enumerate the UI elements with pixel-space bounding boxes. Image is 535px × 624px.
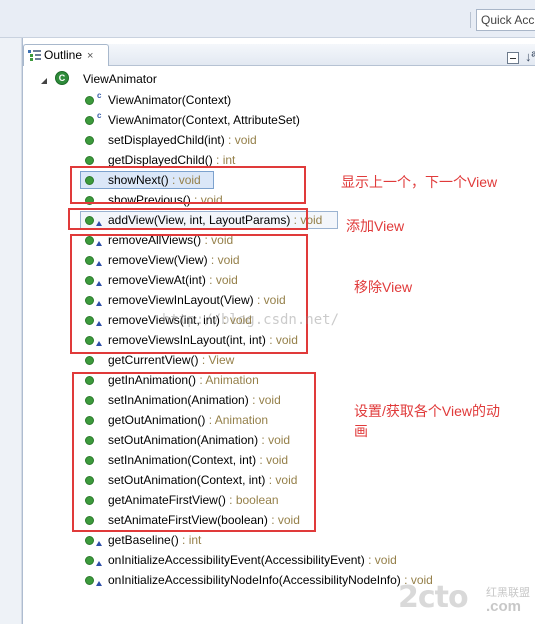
outline-icon: [28, 50, 41, 61]
outline-tab-bar: Outline × ↓ª: [23, 44, 535, 66]
tab-outline-label: Outline: [44, 48, 83, 62]
tree-method-row[interactable]: setDisplayedChild(int) : void: [108, 130, 257, 150]
minimize-button[interactable]: [507, 52, 519, 64]
public-method-icon: [85, 536, 94, 545]
close-icon[interactable]: ×: [87, 50, 93, 62]
public-method-icon: [85, 116, 94, 125]
method-return-type: : int: [178, 533, 202, 547]
toolbar-separator: [470, 12, 471, 28]
left-gutter: [0, 38, 22, 624]
method-name: onInitializeAccessibilityNodeInfo(Access…: [108, 573, 401, 587]
annotation-note-remove: 移除View: [354, 279, 413, 295]
annotation-box-show: [70, 166, 306, 204]
method-name: getBaseline(): [108, 533, 179, 547]
tree-method-row[interactable]: ViewAnimator(Context): [108, 90, 231, 110]
annotation-note-show: 显示上一个，下一个View: [341, 174, 498, 190]
annotation-note-animation-line1: 设置/获取各个View的动: [354, 403, 500, 419]
tree-root-label[interactable]: ViewAnimator: [83, 69, 157, 89]
method-name: setDisplayedChild(int): [108, 133, 225, 147]
override-icon: [96, 581, 102, 586]
constructor-icon: c: [97, 111, 102, 120]
public-method-icon: [85, 556, 94, 565]
public-method-icon: [85, 136, 94, 145]
watermark-text: http://blog.csdn.net/: [162, 312, 340, 328]
method-name: getCurrentView(): [108, 353, 199, 367]
site-logo: 2cto 红黑联盟 .com: [398, 580, 533, 620]
public-method-icon: [85, 96, 94, 105]
annotation-note-animation-line2: 画: [354, 423, 368, 439]
tab-outline[interactable]: Outline ×: [23, 44, 109, 66]
tree-method-row[interactable]: getBaseline() : int: [108, 530, 201, 550]
method-name: ViewAnimator(Context, AttributeSet): [108, 113, 300, 127]
main-toolbar: Quick Acc: [0, 0, 535, 38]
method-return-type: : int: [212, 153, 236, 167]
quick-access-field[interactable]: Quick Acc: [476, 9, 535, 31]
annotation-box-remove: [70, 234, 308, 354]
method-name: getDisplayedChild(): [108, 153, 213, 167]
annotation-note-add: 添加View: [346, 218, 405, 234]
tree-method-row[interactable]: ViewAnimator(Context, AttributeSet): [108, 110, 300, 130]
annotation-box-animation: [72, 372, 316, 532]
public-method-icon: [85, 576, 94, 585]
class-icon: C: [55, 71, 69, 85]
override-icon: [96, 541, 102, 546]
method-return-type: : void: [364, 553, 397, 567]
constructor-icon: c: [97, 91, 102, 100]
override-icon: [96, 561, 102, 566]
tree-method-row[interactable]: onInitializeAccessibilityEvent(Accessibi…: [108, 550, 397, 570]
tree-method-row[interactable]: onInitializeAccessibilityNodeInfo(Access…: [108, 570, 433, 590]
annotation-box-add: [68, 208, 308, 230]
public-method-icon: [85, 156, 94, 165]
logo-com-text: .com: [486, 598, 522, 615]
expand-collapse-icon[interactable]: [40, 77, 48, 85]
method-name: onInitializeAccessibilityEvent(Accessibi…: [108, 553, 365, 567]
method-return-type: : View: [198, 353, 235, 367]
sort-icon[interactable]: ↓ª: [525, 49, 535, 64]
logo-main-text: 2cto: [398, 580, 469, 615]
method-return-type: : void: [224, 133, 257, 147]
method-name: ViewAnimator(Context): [108, 93, 232, 107]
public-method-icon: [85, 356, 94, 365]
